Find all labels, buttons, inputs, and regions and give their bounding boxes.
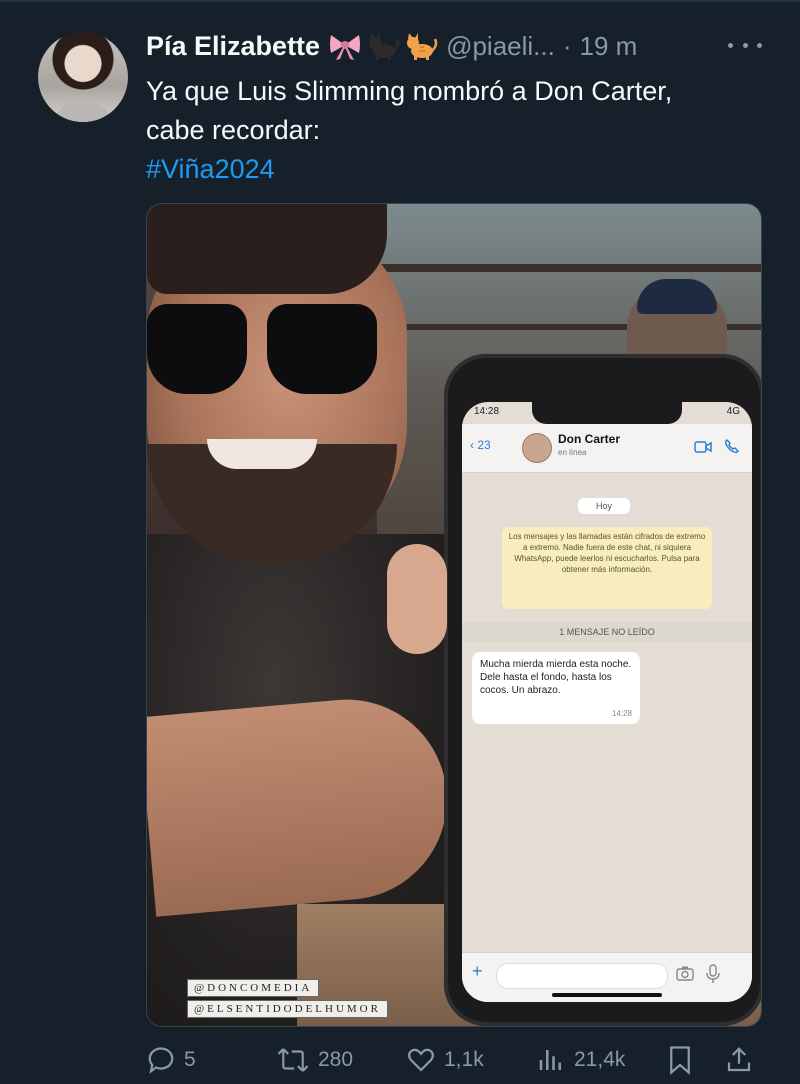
date-pill: Hoy [578,498,630,514]
back-count: 23 [477,438,491,452]
chat-message: Mucha mierda mierda esta noche. Dele has… [472,652,640,724]
tweet-text-line-1: Ya que Luis Slimming nombró a Don Carter… [146,76,673,106]
photo-thumb [387,544,447,654]
home-indicator [552,993,662,997]
repost-count: 280 [318,1048,354,1071]
separator-dot: · [562,30,572,61]
status-network: 4G [726,406,740,417]
plus-icon: + [472,961,483,981]
reply-count: 5 [184,1048,196,1071]
chat-input-bar: + [462,952,752,1002]
name-emojis [328,31,438,61]
watermark-elsentidodelhumor: @ELSENTIDODELHUMOR [187,1000,388,1018]
photo-phone: 14:28 4G ‹ 23 Don Carter en línea Hoy Lo… [444,354,761,1026]
like-count: 1,1k [444,1048,484,1071]
photo-man-hair [147,204,387,294]
tweet-text-line-2: cabe recordar: [146,115,321,145]
photo-background-person-hair [637,279,717,314]
chat-input-field [496,963,668,989]
ribbon-icon [330,35,361,60]
voice-call-icon [724,439,739,454]
author-name[interactable]: Pía Elizabette [146,31,320,62]
avatar-shoulders [52,100,114,122]
black-cat-icon [369,33,400,60]
contact-status: en línea [558,448,587,457]
more-dot [742,42,748,48]
share-button[interactable] [724,1040,754,1080]
photo-sunglasses [147,304,382,399]
contact-name: Don Carter [558,432,621,446]
top-divider [0,0,800,2]
phone-status-bar: 14:28 4G [474,406,740,417]
tweet-actions: 5 280 1,1k 21,4k [146,1040,760,1080]
analytics-icon [539,1050,561,1070]
views-button[interactable]: 21,4k [536,1040,625,1080]
message-text: Mucha mierda mierda esta noche. Dele has… [480,659,632,696]
camera-icon [676,966,694,981]
video-call-icon [694,441,712,453]
repost-icon [277,1048,309,1072]
tweet-header: Pía Elizabette @piaeli... · 19 m [146,28,637,64]
heart-icon [408,1048,434,1072]
author-avatar[interactable] [38,32,128,122]
unread-banner: 1 MENSAJE NO LEÍDO [462,622,752,642]
more-dot [728,42,733,48]
sunglasses-lens [147,304,247,394]
reply-button[interactable]: 5 [146,1040,196,1080]
whatsapp-screen: 14:28 4G ‹ 23 Don Carter en línea Hoy Lo… [462,402,752,1002]
chat-header: ‹ 23 Don Carter en línea [462,424,752,473]
photo-man-smile [207,439,317,469]
view-count: 21,4k [574,1048,626,1071]
cat-icon [407,33,438,60]
hashtag-link[interactable]: #Viña2024 [146,150,766,189]
tweet-photo[interactable]: 14:28 4G ‹ 23 Don Carter en línea Hoy Lo… [146,203,762,1027]
repost-button[interactable]: 280 [276,1040,353,1080]
reply-icon [148,1047,174,1074]
share-icon [727,1047,751,1072]
like-button[interactable]: 1,1k [406,1040,484,1080]
watermark-doncomedia: @DONCOMEDIA [187,979,320,997]
bookmark-button[interactable] [666,1040,694,1080]
microphone-icon [706,964,720,983]
more-dot [757,42,762,48]
tweet-text: Ya que Luis Slimming nombró a Don Carter… [146,72,766,189]
bookmark-icon [670,1046,690,1075]
message-time: 14:28 [611,709,632,718]
photo-railing [377,264,761,272]
back-button: ‹ 23 [470,438,491,452]
sunglasses-lens [267,304,377,394]
author-handle[interactable]: @piaeli... [446,31,555,62]
tweet-time[interactable]: 19 m [580,31,638,62]
encryption-notice: Los mensajes y las llamadas están cifrad… [502,527,712,609]
more-options-icon[interactable] [728,33,762,57]
status-time: 14:28 [474,406,500,417]
contact-avatar [522,433,552,463]
